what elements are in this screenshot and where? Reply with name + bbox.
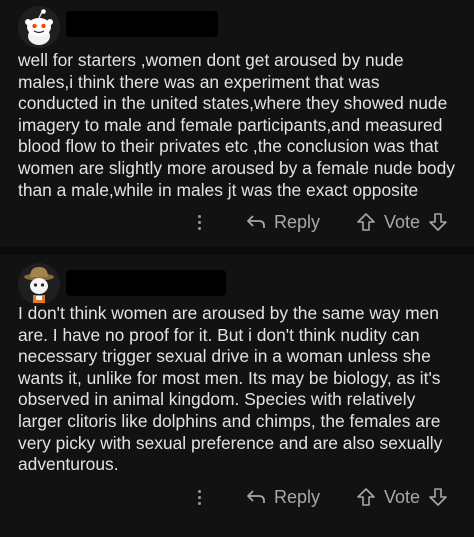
reply-label: Reply — [274, 211, 321, 232]
comment-line: necessary trigger sexual drive in a woma… — [18, 346, 431, 367]
reply-arrow-icon — [246, 489, 266, 505]
comment-line: conducted in the united states,where the… — [18, 93, 448, 114]
comment-line: males,i think there was an experiment th… — [18, 71, 380, 92]
comment-actions: Reply Vote — [0, 479, 474, 515]
comment-line: than a male,while in males jt was the ex… — [18, 179, 419, 200]
comment-line: adventurous. — [18, 454, 119, 475]
comment-actions: Reply Vote — [0, 204, 474, 240]
vote-control: Vote — [356, 208, 448, 236]
comment-line: I don't think women are aroused by the s… — [18, 303, 439, 323]
snoo-avatar-icon[interactable] — [18, 6, 60, 48]
comment-body: well for starters ,women dont get arouse… — [18, 50, 460, 201]
redacted-username — [66, 11, 218, 37]
upvote-icon[interactable] — [356, 487, 376, 507]
downvote-icon[interactable] — [428, 487, 448, 507]
comment-line: well for starters ,women dont get arouse… — [18, 50, 404, 70]
comment-line: larger clitoris like dolphins and chimps… — [18, 410, 441, 431]
comment-card: I don't think women are aroused by the s… — [0, 255, 474, 537]
vote-label: Vote — [384, 211, 421, 232]
comment-line: women are slightly more aroused by a fem… — [18, 157, 455, 178]
comment-line: very picky with sexual preference and ar… — [18, 432, 443, 453]
comment-line: wants it, unlike for most men. Its may b… — [18, 367, 441, 388]
comment-card: well for starters ,women dont get arouse… — [0, 0, 474, 247]
upvote-icon[interactable] — [356, 212, 376, 232]
more-options-icon[interactable] — [192, 212, 206, 234]
reply-button[interactable]: Reply — [246, 483, 320, 511]
vote-control: Vote — [356, 483, 448, 511]
comment-header — [18, 6, 458, 52]
vote-label: Vote — [384, 486, 421, 507]
explorer-avatar-icon[interactable] — [18, 263, 60, 305]
comment-line: blood flow to their privates etc ,the co… — [18, 136, 439, 157]
downvote-icon[interactable] — [428, 212, 448, 232]
more-options-icon[interactable] — [192, 487, 206, 509]
reply-label: Reply — [274, 486, 321, 507]
redacted-username — [66, 270, 226, 296]
reply-arrow-icon — [246, 214, 266, 230]
reply-button[interactable]: Reply — [246, 208, 320, 236]
comment-line: are. I have no proof for it. But i don't… — [18, 324, 420, 345]
comment-body: I don't think women are aroused by the s… — [18, 303, 460, 476]
comment-line: observed in animal kingdom. Species with… — [18, 389, 416, 410]
comment-line: imagery to male and female participants,… — [18, 114, 443, 135]
